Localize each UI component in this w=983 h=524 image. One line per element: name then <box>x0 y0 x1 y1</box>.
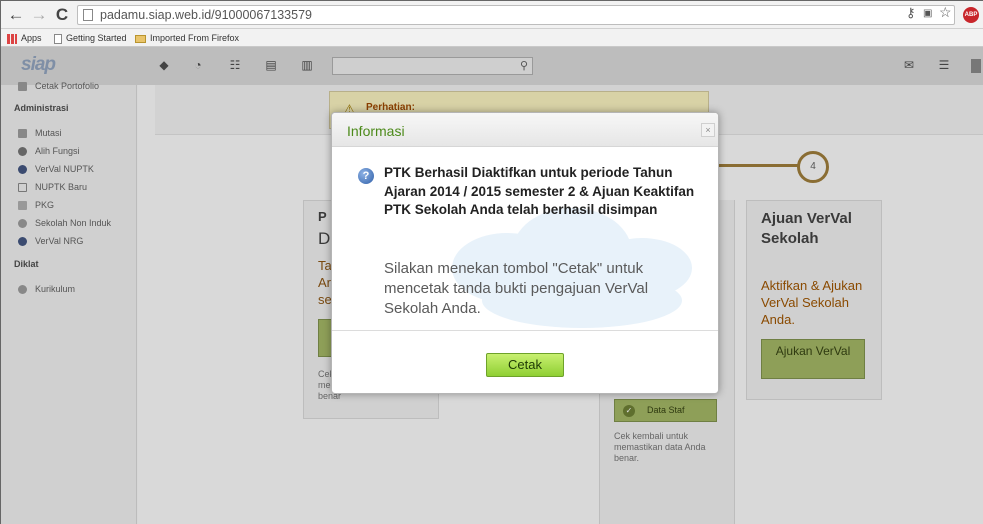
adblock-icon[interactable]: ABP <box>963 7 979 23</box>
info-icon <box>18 237 27 247</box>
search-input[interactable]: ⚲ <box>332 57 533 75</box>
users-icon[interactable]: ☷ <box>228 59 242 71</box>
url-text: padamu.siap.web.id/91000067133579 <box>100 8 312 22</box>
sidebar: Cetak Portofolio Administrasi Mutasi Ali… <box>1 81 137 524</box>
book-icon <box>18 285 27 295</box>
new-document-icon <box>18 183 27 193</box>
card-left-title-2: D <box>318 229 331 248</box>
sidebar-item-alih-fungsi[interactable]: Alih Fungsi <box>18 145 80 157</box>
dialog-message-bold: PTK Berhasil Diaktifkan untuk periode Ta… <box>384 165 695 217</box>
close-icon[interactable]: × <box>701 123 715 137</box>
key-icon[interactable]: ⚷ <box>906 5 916 21</box>
sidebar-item-verval-nuptk[interactable]: VerVal NUPTK <box>18 163 94 175</box>
search-icon[interactable]: ⚲ <box>520 59 528 72</box>
list-menu-icon[interactable]: ☰ <box>937 59 951 71</box>
back-arrow-icon[interactable]: ← <box>7 6 25 24</box>
sidebar-section-administrasi: Administrasi <box>14 103 69 113</box>
sidebar-item-pkg[interactable]: PKG <box>18 199 54 211</box>
step-card-ajuan-verval: Ajuan VerVal Sekolah Aktifkan & Ajukan V… <box>746 200 882 400</box>
card-right-subtitle: Aktifkan & Ajukan VerVal Sekolah Anda. <box>761 278 863 327</box>
avatar[interactable] <box>971 59 981 73</box>
data-staf-button[interactable]: ✓ Data Staf <box>614 399 717 422</box>
page-icon <box>54 33 62 44</box>
chart-icon <box>18 201 27 211</box>
page-icon <box>83 9 93 21</box>
card-left-sub-2: Ar <box>318 275 331 290</box>
person-icon <box>18 147 27 157</box>
transfer-icon <box>18 129 27 139</box>
translate-icon[interactable]: ▣ <box>923 8 932 19</box>
print-icon <box>18 82 27 92</box>
info-icon <box>18 165 27 175</box>
contact-card-icon[interactable]: ▥ <box>300 59 314 71</box>
card-right-title: Ajuan VerVal Sekolah <box>761 210 852 247</box>
card-left-sub-1: Ta <box>318 258 332 273</box>
school-icon <box>18 219 27 229</box>
sidebar-item-sekolah-non-induk[interactable]: Sekolah Non Induk <box>18 217 111 229</box>
sidebar-item-kurikulum[interactable]: Kurikulum <box>18 283 75 295</box>
sidebar-section-diklat: Diklat <box>14 259 39 269</box>
bookmarks-bar: Apps Getting Started Imported From Firef… <box>1 29 983 47</box>
progress-connector <box>718 164 798 167</box>
address-bar[interactable]: padamu.siap.web.id/91000067133579 <box>77 5 955 25</box>
card-left-sub-3: se <box>318 292 332 307</box>
ajukan-verval-button[interactable]: Ajukan VerVal <box>761 339 865 379</box>
reload-icon[interactable]: C <box>53 6 71 24</box>
bookmark-star-icon[interactable]: ☆ <box>939 4 952 21</box>
apps-grid-icon <box>7 33 17 44</box>
sidebar-item-verval-nrg[interactable]: VerVal NRG <box>18 235 83 247</box>
step-indicator: 4 <box>797 151 829 183</box>
bookmark-getting-started[interactable]: Getting Started <box>54 31 127 45</box>
card-left-title-1: P <box>318 209 327 224</box>
folder-icon <box>135 34 146 43</box>
sidebar-item-nuptk-baru[interactable]: NUPTK Baru <box>18 181 87 193</box>
info-dialog: Informasi × ? PTK Berhasil Diaktifkan un… <box>331 112 719 394</box>
document-icon[interactable]: ▤ <box>264 59 278 71</box>
app-logo: siap <box>21 54 56 75</box>
bookmark-imported-firefox[interactable]: Imported From Firefox <box>135 31 239 45</box>
check-icon: ✓ <box>623 405 635 417</box>
dialog-header: Informasi × <box>332 113 718 147</box>
browser-toolbar: ← → C padamu.siap.web.id/91000067133579 … <box>1 1 983 29</box>
dialog-message: Silakan menekan tombol "Cetak" untuk men… <box>384 260 649 317</box>
sidebar-item-cetak-portofolio[interactable]: Cetak Portofolio <box>18 80 99 92</box>
cetak-button[interactable]: Cetak <box>486 353 564 377</box>
sidebar-item-mutasi[interactable]: Mutasi <box>18 127 62 139</box>
card-left-note-2: me <box>318 380 331 390</box>
card-middle-note: Cek kembali untuk memastikan data Anda b… <box>614 431 706 463</box>
question-info-icon: ? <box>358 168 374 184</box>
dialog-title: Informasi <box>347 123 405 139</box>
bookmark-apps[interactable]: Apps <box>7 31 42 45</box>
app-topbar: siap ◆ ◔ ☷ ▤ ▥ ⚲ ✉ ☰ <box>1 47 983 85</box>
cube-icon[interactable]: ◆ <box>157 59 171 71</box>
mail-icon[interactable]: ✉ <box>902 59 916 71</box>
dialog-divider <box>332 330 718 331</box>
rss-icon[interactable]: ◔ <box>191 59 205 71</box>
forward-arrow-icon[interactable]: → <box>30 6 48 24</box>
